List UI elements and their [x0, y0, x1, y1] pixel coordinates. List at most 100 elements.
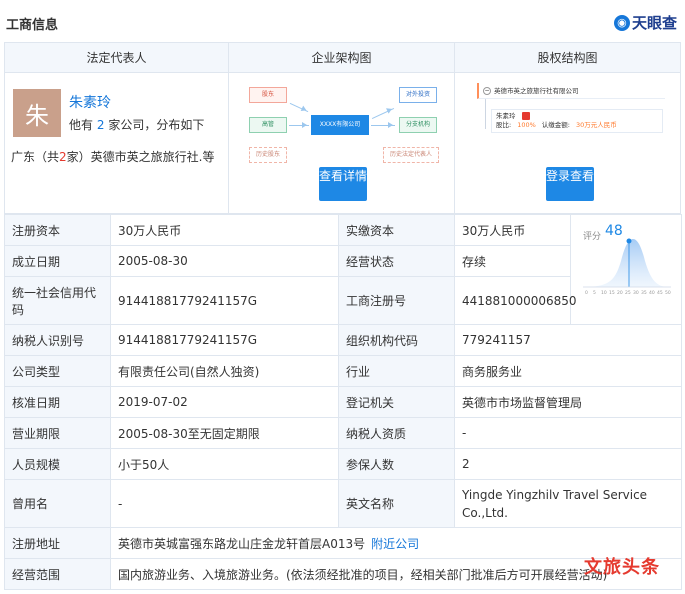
- collapse-icon: −: [483, 86, 491, 95]
- svg-text:5: 5: [593, 290, 596, 296]
- field-label: 行业: [338, 355, 455, 387]
- field-value: -: [110, 479, 339, 528]
- business-info-table: 注册资本 30万人民币 实缴资本 30万人民币 评分 48 0 5 10 15 …: [4, 214, 682, 590]
- field-label: 组织机构代码: [338, 324, 455, 356]
- equity-thumbnail: − 英德市英之旅旅行社有限公司 朱素玲 股比: 100% 认缴金额: 30万元人…: [477, 83, 667, 141]
- svg-text:30: 30: [633, 290, 639, 296]
- table-row: 注册地址 英德市英城富强东路龙山庄金龙轩首层A013号 附近公司: [4, 527, 682, 559]
- org-node-history-shareholder: 历史股东: [249, 147, 287, 163]
- region-suffix: 家）英德市英之旅旅行社.等: [66, 150, 215, 164]
- score-axis-ticks: 0 5 10 15 20 25 30 35 40 45 50: [585, 290, 671, 296]
- legal-rep-column: 法定代表人 朱 朱素玲 他有 2 家公司，分布如下 广东（共2家）英德市英之旅旅…: [5, 43, 229, 213]
- field-value: 2019-07-02: [110, 386, 339, 418]
- ratio-value: 100%: [517, 121, 536, 129]
- field-label: 注册地址: [4, 527, 111, 559]
- region-prefix: 广东（共: [11, 150, 60, 164]
- svg-text:25: 25: [625, 290, 631, 296]
- table-row: 核准日期 2019-07-02 登记机关 英德市市场监督管理局: [4, 386, 682, 418]
- field-value: 2: [454, 448, 682, 480]
- desc-count[interactable]: 2: [97, 118, 105, 132]
- equity-root-company: − 英德市英之旅旅行社有限公司: [477, 83, 665, 99]
- org-node-company: XXXX有限公司: [311, 115, 369, 135]
- field-label: 纳税人资质: [338, 417, 455, 449]
- svg-text:10: 10: [601, 290, 607, 296]
- org-node-history-rep: 历史法定代表人: [383, 147, 439, 163]
- amount-label: 认缴金额:: [541, 121, 570, 129]
- field-label: 公司类型: [4, 355, 111, 387]
- field-value: 2005-08-30至无固定期限: [110, 417, 339, 449]
- desc-suffix: 家公司，分布如下: [108, 118, 205, 132]
- desc-prefix: 他有: [69, 118, 94, 132]
- svg-text:0: 0: [585, 290, 588, 296]
- distribution-area: [583, 239, 669, 287]
- brand-logo[interactable]: ◉ 天眼查: [613, 12, 677, 33]
- field-value: 商务服务业: [454, 355, 682, 387]
- org-node-shareholder: 股东: [249, 87, 287, 103]
- field-label: 营业期限: [4, 417, 111, 449]
- legal-rep-heading: 法定代表人: [5, 43, 228, 73]
- org-chart-column: 企业架构图 股东 高管 历史股东 XXXX有限公司 对外投资 分支机构 历史法定…: [229, 43, 455, 213]
- view-details-button[interactable]: 查看详情: [319, 167, 367, 201]
- field-value: Yingde Yingzhilv Travel Service Co.,Ltd.: [454, 479, 682, 528]
- brand-name: 天眼查: [631, 14, 677, 32]
- field-label: 曾用名: [4, 479, 111, 528]
- field-label: 纳税人识别号: [4, 324, 111, 356]
- field-value: -: [454, 417, 682, 449]
- section-header: 工商信息 ◉ 天眼查: [0, 0, 685, 42]
- field-label: 经营状态: [338, 245, 455, 277]
- overview-panel: 法定代表人 朱 朱素玲 他有 2 家公司，分布如下 广东（共2家）英德市英之旅旅…: [4, 42, 681, 214]
- equity-connector: [485, 99, 486, 129]
- field-label: 工商注册号: [338, 276, 455, 325]
- watermark-logo: 文旅头条: [584, 557, 660, 578]
- field-value: 441881000006850: [454, 276, 577, 325]
- svg-text:40: 40: [649, 290, 655, 296]
- legal-rep-name-link[interactable]: 朱素玲: [69, 92, 111, 112]
- legal-rep-company-count: 他有 2 家公司，分布如下: [69, 116, 204, 133]
- arrow: [289, 102, 309, 113]
- login-to-view-button[interactable]: 登录查看: [546, 167, 594, 201]
- field-label: 核准日期: [4, 386, 111, 418]
- svg-text:45: 45: [657, 290, 663, 296]
- field-label: 登记机关: [338, 386, 455, 418]
- holder-name: 朱素玲: [496, 112, 516, 120]
- arrow: [371, 107, 395, 120]
- legal-rep-region-link[interactable]: 广东（共2家）英德市英之旅旅行社.等: [11, 148, 214, 165]
- table-row: 注册资本 30万人民币 实缴资本 30万人民币 评分 48 0 5 10 15 …: [4, 214, 682, 325]
- field-label: 英文名称: [338, 479, 455, 528]
- org-node-investment: 对外投资: [399, 87, 437, 103]
- region-count: 2: [59, 150, 67, 164]
- score-marker-dot: [626, 238, 632, 244]
- field-label: 人员规模: [4, 448, 111, 480]
- arrow: [289, 122, 309, 128]
- org-chart-heading: 企业架构图: [229, 43, 454, 73]
- field-value: 91441881779241157G: [110, 324, 339, 356]
- svg-text:20: 20: [617, 290, 623, 296]
- avatar[interactable]: 朱: [13, 89, 61, 137]
- score-value: 48: [605, 223, 623, 239]
- table-row: 公司类型 有限责任公司(自然人独资) 行业 商务服务业: [4, 355, 682, 387]
- svg-text:35: 35: [641, 290, 647, 296]
- arrow: [371, 122, 395, 128]
- section-title: 工商信息: [6, 18, 59, 33]
- field-label: 成立日期: [4, 245, 111, 277]
- field-value: 30万人民币: [110, 214, 339, 246]
- field-label: 实缴资本: [338, 214, 455, 246]
- score-cell[interactable]: 评分 48 0 5 10 15 20 25 30 35 40 45 50: [570, 214, 682, 325]
- field-value: 有限责任公司(自然人独资): [110, 355, 339, 387]
- org-chart-thumbnail: 股东 高管 历史股东 XXXX有限公司 对外投资 分支机构 历史法定代表人: [249, 85, 439, 163]
- svg-text:50: 50: [665, 290, 671, 296]
- eye-icon: ◉: [613, 14, 630, 31]
- field-label: 注册资本: [4, 214, 111, 246]
- org-node-exec: 高管: [249, 117, 287, 133]
- score-widget[interactable]: 评分 48 0 5 10 15 20 25 30 35 40 45 50: [579, 221, 675, 301]
- equity-column: 股权结构图 − 英德市英之旅旅行社有限公司 朱素玲 股比: 100% 认缴金额:…: [455, 43, 680, 213]
- field-value: 30万人民币: [454, 214, 571, 246]
- field-value: 91441881779241157G: [110, 276, 339, 325]
- equity-heading: 股权结构图: [455, 43, 680, 73]
- address-text: 英德市英城富强东路龙山庄金龙轩首层A013号: [118, 536, 366, 551]
- org-node-branch: 分支机构: [399, 117, 437, 133]
- table-row: 营业期限 2005-08-30至无固定期限 纳税人资质 -: [4, 417, 682, 449]
- nearby-companies-link[interactable]: 附近公司: [371, 537, 419, 551]
- score-label: 评分: [583, 232, 602, 242]
- table-row: 经营范围 国内旅游业务、入境旅游业务。(依法须经批准的项目，经相关部门批准后方可…: [4, 558, 682, 590]
